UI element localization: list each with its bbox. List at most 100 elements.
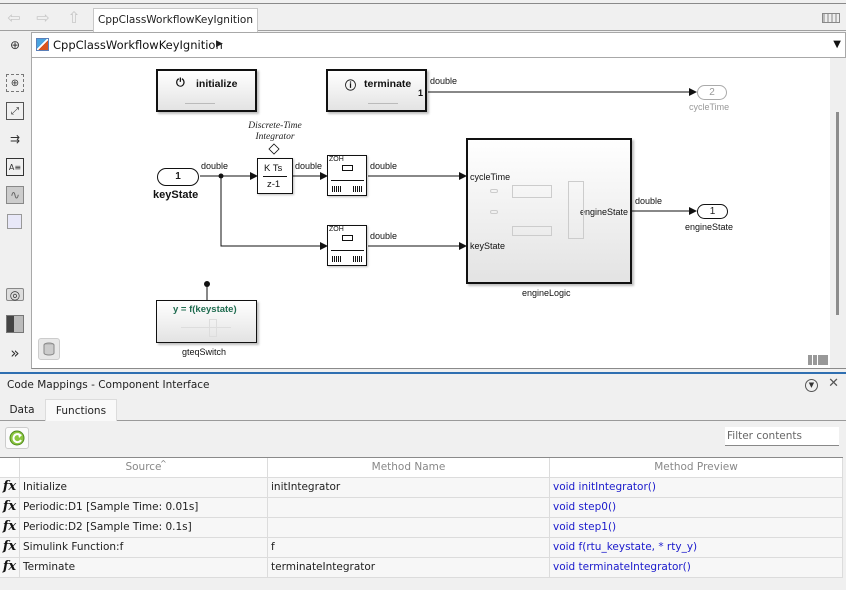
integrator-denominator: z-1	[267, 179, 281, 190]
table-row[interactable]: fx Terminate terminateIntegrator void te…	[0, 558, 843, 578]
signal-label: double	[201, 161, 229, 171]
source-cell: Simulink Function:f	[20, 538, 268, 557]
method-preview-link[interactable]: void step1()	[550, 518, 843, 537]
tab-functions[interactable]: Functions	[45, 399, 117, 421]
forward-arrow-icon[interactable]: ⇨	[33, 9, 53, 27]
integrator-title: Discrete-Time Integrator	[248, 121, 302, 142]
method-name-cell[interactable]: terminateIntegrator	[268, 558, 550, 577]
terminate-block[interactable]: ⓘ terminate 1	[326, 69, 427, 112]
outport-enginestate[interactable]: 1	[697, 204, 728, 219]
vertical-scrollbar-thumb[interactable]	[836, 112, 839, 315]
method-name-cell[interactable]	[268, 498, 550, 517]
table-header: ^ Source Method Name Method Preview	[0, 458, 843, 478]
enginelogic-input-cycletime: cycleTime	[470, 172, 511, 182]
terminate-glyph-line	[368, 103, 398, 104]
zoom-icon[interactable]: ⊕	[6, 74, 24, 92]
preview-inport	[490, 189, 498, 193]
zoh-hold-glyph	[342, 235, 353, 241]
table-row[interactable]: fx Periodic:D2 [Sample Time: 0.1s] void …	[0, 518, 843, 538]
initialize-label: initialize	[196, 78, 238, 90]
refresh-button[interactable]	[5, 427, 29, 449]
area-icon[interactable]	[7, 214, 22, 229]
fraction-bar	[263, 176, 287, 177]
table-row[interactable]: fx Initialize initIntegrator void initIn…	[0, 478, 843, 498]
gteqswitch-label: gteqSwitch	[182, 347, 227, 357]
enginelogic-subsystem[interactable]: cycleTime keyState engineState	[466, 138, 632, 284]
signal-routing-icon[interactable]: ⇉	[6, 130, 24, 148]
breadcrumb-caret-icon[interactable]: ▶	[216, 39, 223, 49]
hide-browser-icon[interactable]: ⊕	[6, 36, 24, 54]
panel-menu-icon[interactable]: ▼	[805, 379, 818, 392]
method-name-cell[interactable]	[268, 518, 550, 537]
database-icon	[43, 342, 55, 356]
preview-inport	[490, 210, 498, 214]
screenshot-icon[interactable]: ◎	[6, 288, 24, 302]
column-header-source[interactable]: ^ Source	[20, 458, 268, 477]
function-icon: fx	[0, 558, 20, 577]
address-dropdown-icon[interactable]: ▼	[833, 39, 841, 50]
method-name-cell[interactable]: initIntegrator	[268, 478, 550, 497]
refresh-icon	[9, 430, 25, 446]
back-arrow-icon[interactable]: ⇦	[4, 9, 24, 27]
annotation-icon[interactable]: A≡	[6, 158, 24, 176]
model-tab[interactable]: CppClassWorkflowKeyIgnition	[93, 8, 258, 32]
keyboard-icon[interactable]	[822, 13, 840, 23]
method-preview-link[interactable]: void terminateIntegrator()	[550, 558, 843, 577]
signal-label: double	[370, 161, 398, 171]
outport-cycletime[interactable]: 2	[697, 85, 727, 100]
integrator-reset-port	[268, 143, 280, 155]
method-preview-link[interactable]: void step0()	[550, 498, 843, 517]
explorer-bar-icon[interactable]	[808, 355, 828, 365]
zoh-hold-glyph	[342, 165, 353, 171]
function-icon: fx	[0, 518, 20, 537]
property-inspector-icon[interactable]	[6, 315, 24, 333]
inport-keystate-label: keyState	[153, 189, 199, 201]
tab-data[interactable]: Data	[4, 399, 40, 421]
filter-contents-input[interactable]	[725, 427, 839, 446]
signal-label: double	[430, 76, 458, 86]
functions-table: ^ Source Method Name Method Preview fx In…	[0, 457, 843, 578]
panel-tabs: Data Functions	[0, 399, 846, 421]
close-icon[interactable]: ✕	[828, 376, 839, 391]
zoh-rate-transition-2[interactable]: ZOH	[327, 225, 367, 266]
initialize-block[interactable]: ⏻ initialize	[156, 69, 257, 112]
model-data-editor-button[interactable]	[38, 338, 60, 360]
zoh-label: ZOH	[329, 156, 344, 163]
navigation-bar: ⇦ ⇨ ⇧ CppClassWorkflowKeyIgnition	[0, 4, 846, 32]
zoh-rate-transition-1[interactable]: ZOH	[327, 155, 367, 196]
diagram-canvas[interactable]: ⏻ initialize ⓘ terminate 1 double 2 cycl…	[31, 58, 846, 369]
zoh-buffer-icon	[332, 186, 341, 192]
column-header-method-preview[interactable]: Method Preview	[550, 458, 843, 477]
method-preview-link[interactable]: void initIntegrator()	[550, 478, 843, 497]
outport-cycletime-label: cycleTime	[689, 102, 730, 112]
address-bar[interactable]: CppClassWorkflowKeyIgnition ▶ ▼	[31, 32, 846, 58]
method-name-cell[interactable]: f	[268, 538, 550, 557]
simulink-editor: ⇦ ⇨ ⇧ CppClassWorkflowKeyIgnition ⊕ ⊕ ⤢ …	[0, 0, 846, 590]
function-icon: fx	[0, 498, 20, 517]
terminate-label: terminate	[364, 78, 412, 90]
vertical-scrollbar[interactable]	[830, 58, 846, 368]
preview-block	[512, 185, 552, 198]
gteqswitch-function-block[interactable]: y = f(keystate)	[156, 300, 257, 343]
method-preview-link[interactable]: void f(rtu_keystate, * rty_y)	[550, 538, 843, 557]
zoh-buffer-icon	[353, 186, 362, 192]
table-row[interactable]: fx Periodic:D1 [Sample Time: 0.01s] void…	[0, 498, 843, 518]
column-header-method-name[interactable]: Method Name	[268, 458, 550, 477]
more-icon[interactable]: »	[6, 344, 24, 362]
preview-mux	[568, 181, 584, 239]
header-icon-column	[0, 458, 20, 477]
model-icon	[36, 38, 49, 51]
zoh-buffer-icon	[353, 256, 362, 262]
trigger-port	[204, 281, 210, 287]
up-arrow-icon[interactable]: ⇧	[64, 9, 84, 27]
inport-keystate[interactable]: 1	[157, 168, 199, 186]
table-row[interactable]: fx Simulink Function:f f void f(rtu_keys…	[0, 538, 843, 558]
preview-block	[209, 319, 217, 337]
image-icon[interactable]: ∿	[6, 186, 24, 204]
discrete-integrator-block[interactable]: K Ts z-1	[257, 158, 293, 194]
fit-to-view-icon[interactable]: ⤢	[6, 102, 24, 120]
zoh-buffer-icon	[332, 256, 341, 262]
zoh-divider	[331, 250, 364, 251]
outport-enginestate-label: engineState	[685, 222, 734, 232]
address-path[interactable]: CppClassWorkflowKeyIgnition	[53, 38, 223, 52]
